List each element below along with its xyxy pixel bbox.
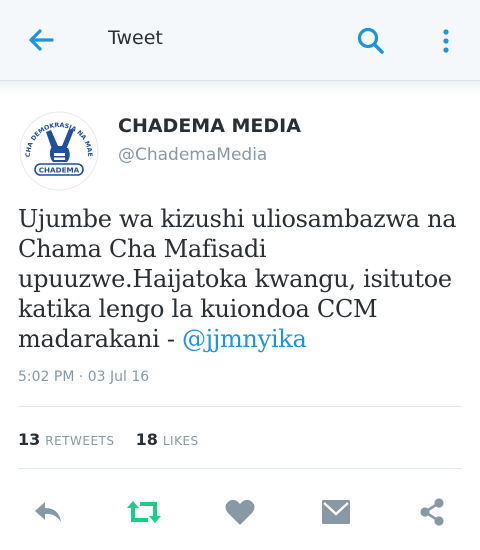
retweet-button[interactable]: [122, 490, 166, 534]
header-shadow: [0, 81, 480, 95]
tweet-text: Ujumbe wa kizushi uliosambazwa na Chama …: [18, 204, 458, 354]
envelope-icon: [322, 500, 350, 524]
search-button[interactable]: [352, 22, 390, 60]
likes-count: 18: [135, 430, 158, 449]
app-bar: Tweet: [0, 0, 480, 81]
share-button[interactable]: [410, 490, 454, 534]
more-options-button[interactable]: [432, 22, 460, 60]
back-button[interactable]: [22, 22, 62, 58]
page-title: Tweet: [108, 27, 163, 49]
more-vertical-icon: [443, 29, 449, 53]
divider: [18, 406, 462, 407]
author-handle[interactable]: @ChademaMedia: [118, 145, 267, 165]
likes-label: LIKES: [162, 434, 199, 448]
likes-stat[interactable]: 18 LIKES: [136, 430, 199, 449]
retweets-label: RETWEETS: [45, 434, 115, 448]
tweet-actions: [0, 490, 480, 534]
reply-button[interactable]: [26, 490, 70, 534]
chadema-logo: CHAMA CHA DEMOKRASIA NA MAENDELEO CHADEM…: [18, 110, 99, 191]
author-name[interactable]: CHADEMA MEDIA: [118, 115, 301, 137]
heart-icon: [225, 499, 255, 525]
arrow-left-icon: [29, 29, 54, 51]
mention-link[interactable]: @jjmnyika: [182, 325, 307, 353]
divider: [18, 468, 462, 469]
like-button[interactable]: [218, 490, 262, 534]
tweet-stats: 13 RETWEETS 18 LIKES: [18, 430, 199, 449]
logo-badge-text: CHADEMA: [39, 166, 80, 175]
retweets-count: 13: [18, 430, 41, 449]
tweet-timestamp: 5:02 PM · 03 Jul 16: [18, 369, 150, 385]
avatar[interactable]: CHAMA CHA DEMOKRASIA NA MAENDELEO CHADEM…: [18, 110, 100, 192]
reply-icon: [35, 502, 61, 522]
share-icon: [420, 498, 444, 526]
search-icon: [357, 27, 384, 54]
retweets-stat[interactable]: 13 RETWEETS: [18, 430, 115, 449]
direct-message-button[interactable]: [314, 490, 358, 534]
retweet-icon: [127, 501, 161, 523]
